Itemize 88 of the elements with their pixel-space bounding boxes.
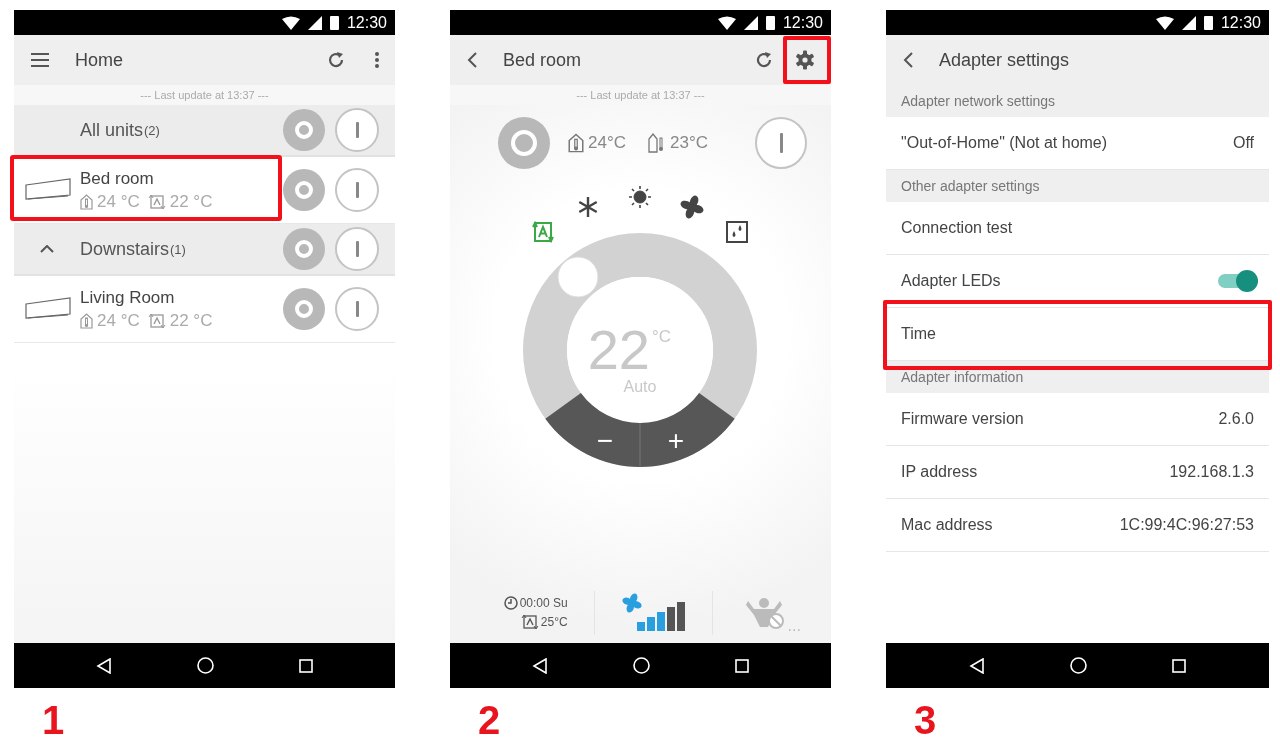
setting-label[interactable]: Firmware version [901,410,1024,428]
clock-icon [503,595,518,610]
setting-value: 1C:99:4C:96:27:53 [1119,516,1254,534]
setting-value: 192.168.1.3 [1169,463,1254,481]
auto-setpoint-icon [147,193,166,210]
air-conditioner-icon [24,177,72,203]
signal-icon [1181,15,1196,30]
outdoor-temperature-icon [648,132,666,153]
on-button[interactable] [335,287,379,331]
section-header: Adapter network settings [901,93,1056,109]
status-time: 12:30 [1220,13,1261,32]
last-update-text: --- Last update at 13:37 --- [576,89,705,101]
timer-setpoint: 25°C [540,614,568,629]
on-button[interactable] [335,168,379,212]
status-time: 12:30 [346,13,387,32]
step-number: 1 [42,698,66,742]
indoor-temperature: 24°C [588,132,626,153]
section-header: Adapter information [901,369,1024,385]
on-button[interactable] [335,108,379,152]
decrease-button[interactable]: − [596,425,614,456]
on-button[interactable] [335,227,379,271]
fan-icon[interactable] [621,592,642,613]
battery-icon [765,15,775,30]
wifi-icon [281,15,300,30]
setting-label[interactable]: Mac address [901,516,993,534]
status-time: 12:30 [782,13,823,32]
more-icon[interactable] [375,52,379,68]
unit-count: (1) [170,241,186,257]
timer-text[interactable]: 00:00 Su [519,595,568,610]
setting-value: Off [1232,134,1254,152]
home-icon[interactable] [633,657,650,674]
step-number: 3 [914,698,938,742]
heat-mode-icon[interactable] [628,185,652,209]
setting-label[interactable]: Adapter LEDs [901,272,1001,290]
wifi-icon [1155,15,1174,30]
signal-icon [743,15,758,30]
home-icon[interactable] [197,657,214,674]
indoor-temperature: 24 °C [97,310,140,331]
menu-icon[interactable] [31,53,49,67]
refresh-icon[interactable] [755,51,773,69]
unit-name[interactable]: Bed room [80,168,217,189]
wifi-icon [717,15,736,30]
setpoint-temperature: 22 °C [169,310,213,331]
setpoint-temperature: 22 °C [169,191,213,212]
auto-mode-icon[interactable] [531,220,555,244]
auto-setpoint-icon [520,613,539,630]
setting-label[interactable]: Connection test [901,219,1013,237]
group-name[interactable]: All units [80,119,144,141]
indoor-temperature-icon [80,312,93,329]
air-conditioner-icon [24,296,72,322]
setting-value: 2.6.0 [1218,410,1254,428]
indoor-temperature: 24 °C [97,191,140,212]
setting-label[interactable]: "Out-of-Home" (Not at home) [901,134,1108,152]
cool-mode-icon[interactable] [576,195,600,219]
back-icon[interactable] [467,52,477,68]
fan-mode-icon[interactable] [680,195,704,219]
setting-label[interactable]: IP address [901,463,978,481]
screen-title: Adapter settings [939,49,1070,71]
back-icon[interactable] [903,52,913,68]
auto-setpoint-icon [147,312,166,329]
section-header: Other adapter settings [901,178,1040,194]
dry-mode-icon[interactable] [725,220,749,244]
group-name[interactable]: Downstairs [80,238,170,260]
fan-speed-meter[interactable] [635,600,686,631]
home-icon[interactable] [1070,657,1087,674]
recents-icon[interactable] [1172,658,1187,673]
refresh-icon[interactable] [327,51,345,69]
indoor-temperature-icon [568,132,584,153]
unit-name[interactable]: Living Room [80,287,217,308]
outdoor-temperature: 23°C [670,132,708,153]
screen-title: Bed room [503,49,582,71]
settings-icon[interactable] [795,50,815,70]
on-button[interactable] [755,116,807,169]
unit-count: (2) [144,122,160,138]
indoor-temperature-icon [80,193,93,210]
dial-handle[interactable] [557,256,599,298]
recents-icon[interactable] [734,658,749,673]
step-number: 2 [478,698,502,742]
battery-icon [329,15,339,30]
battery-icon [1203,15,1213,30]
last-update-text: --- Last update at 13:37 --- [140,89,269,101]
signal-icon [307,15,322,30]
screen-title: Home [75,49,123,71]
recents-icon[interactable] [298,658,313,673]
caret-icon[interactable] [40,245,54,253]
more-text: ... [787,616,801,635]
setting-label[interactable]: Time [901,325,936,343]
increase-button[interactable]: + [667,425,685,456]
